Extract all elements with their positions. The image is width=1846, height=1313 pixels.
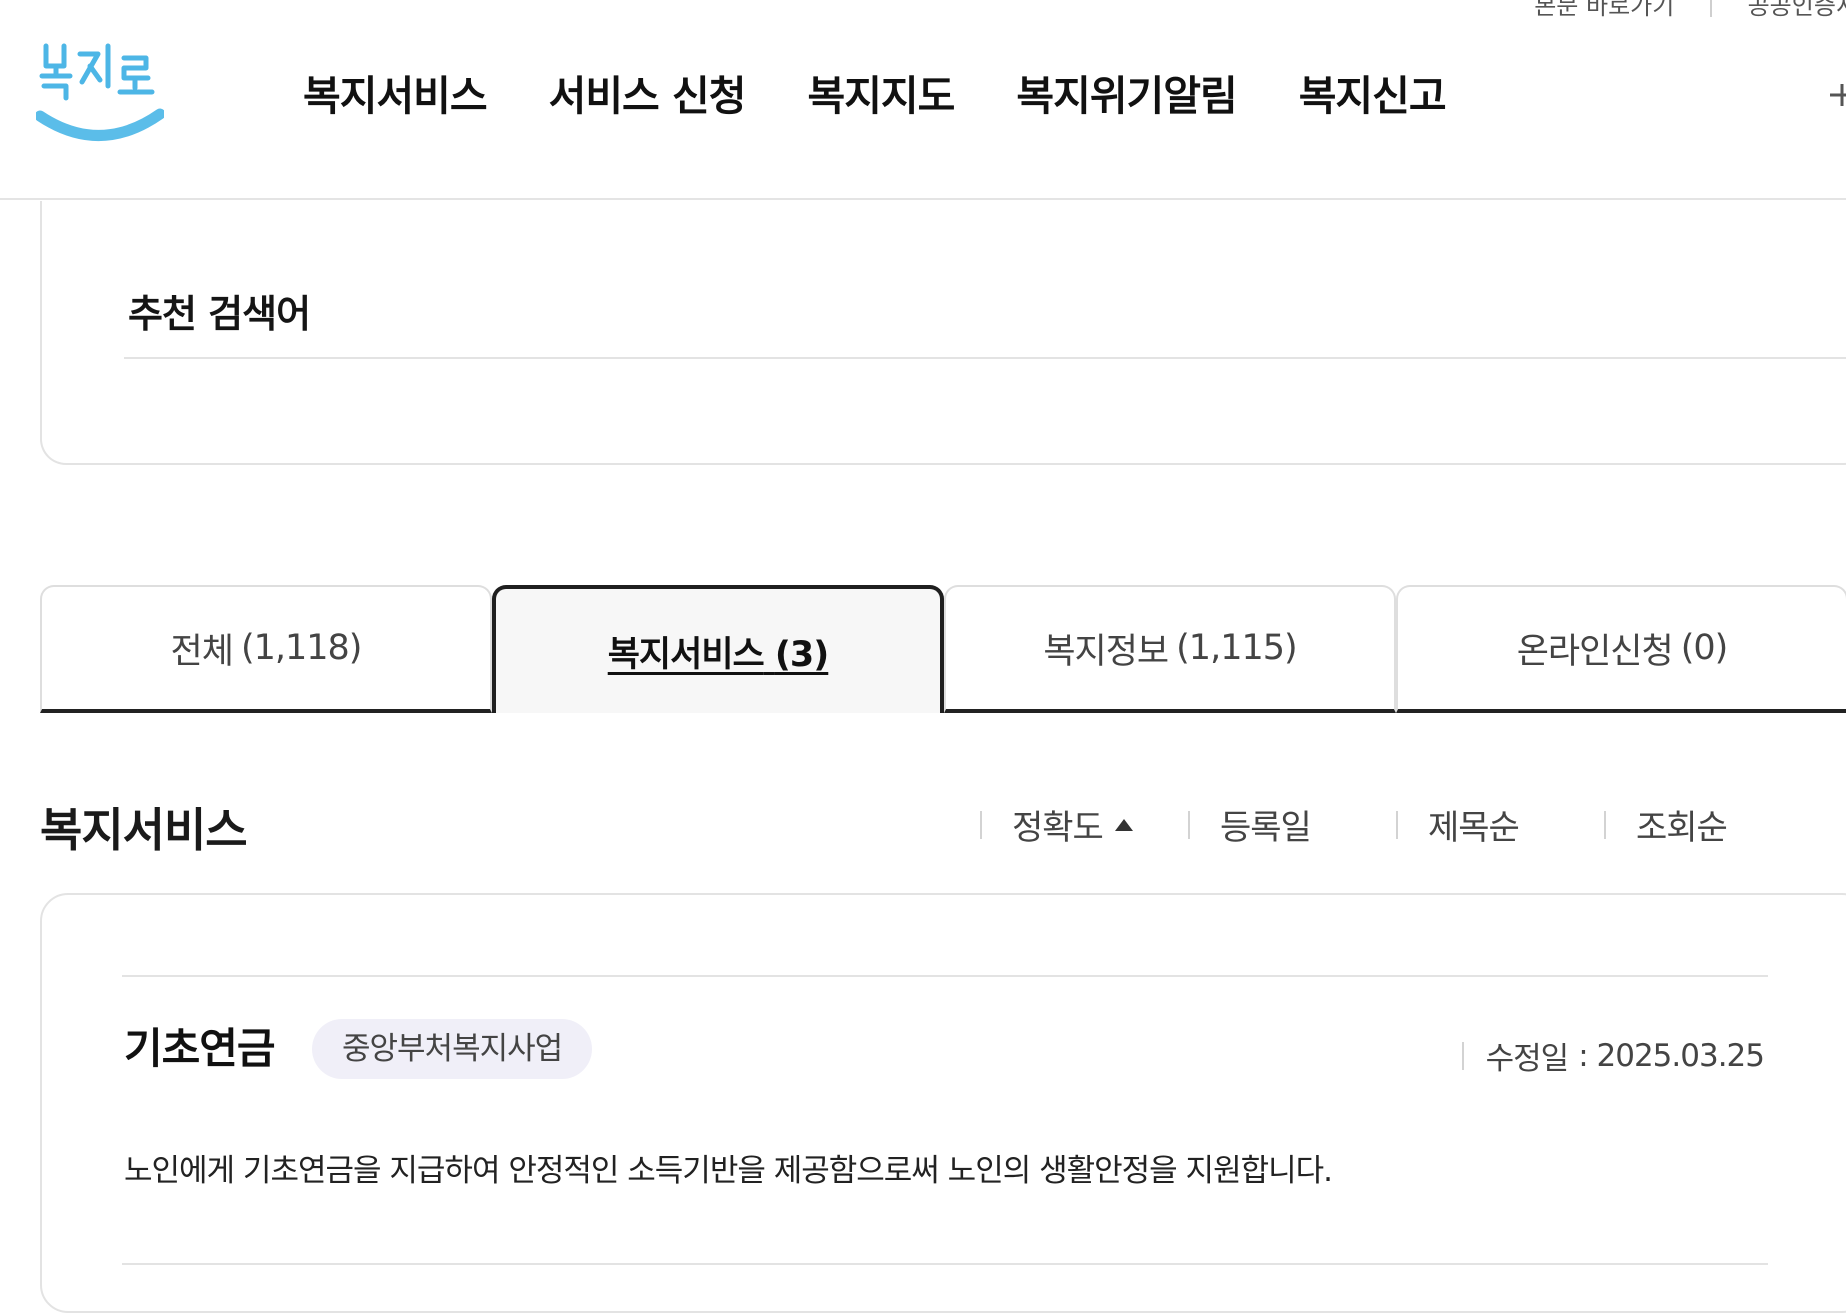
sort-label: 제목순 (1428, 808, 1520, 848)
sort-views[interactable]: 조회순 (1604, 800, 1812, 849)
menu-icon[interactable] (1826, 80, 1846, 110)
bokjiro-logo[interactable] (34, 36, 166, 148)
tab-all[interactable]: 전체 (1,118) (40, 585, 492, 713)
sort-accuracy[interactable]: 정확도 (980, 800, 1188, 849)
result-title-link[interactable]: 기초연금 (124, 1015, 276, 1076)
date-label: 수정일 (1485, 1041, 1570, 1077)
result-category-tabs: 전체 (1,118) 복지서비스 (3) 복지정보 (1,115) 온라인신청 … (40, 585, 1846, 715)
nav-crisis-alert[interactable]: 복지위기알림 (1016, 62, 1237, 122)
tab-label-text: 복지서비스 (607, 634, 765, 675)
tab-welfare-info[interactable]: 복지정보 (1,115) (944, 585, 1396, 713)
recommended-keywords-title: 추천 검색어 (128, 292, 311, 336)
tab-count: (1,118) (240, 628, 363, 668)
utility-divider (1709, 0, 1712, 17)
sort-divider (1188, 810, 1190, 839)
sort-divider (980, 810, 982, 839)
skip-to-content-link[interactable]: 본문 바로가기 (1534, 0, 1674, 21)
sort-ascending-icon (1114, 818, 1133, 831)
result-card: 기초연금 중앙부처복지사업 수정일 : 2025.03.25 노인에게 기초연금… (40, 893, 1846, 1313)
tab-online-application[interactable]: 온라인신청 (0) (1396, 585, 1846, 713)
sort-label: 정확도 (1012, 808, 1104, 848)
recommended-keywords-divider (124, 357, 1846, 359)
logo-mark (34, 43, 166, 141)
category-badge: 중앙부처복지사업 (312, 1019, 593, 1079)
tab-label: 온라인신청 (1516, 631, 1674, 672)
certificate-link[interactable]: 공공인증서 (1748, 0, 1846, 21)
sort-title[interactable]: 제목순 (1396, 800, 1604, 849)
card-divider (122, 975, 1768, 977)
tab-label: 전체 (170, 631, 234, 672)
modified-date: 수정일 : 2025.03.25 (1461, 1033, 1765, 1078)
date-divider (1461, 1041, 1464, 1070)
tab-count: (3) (774, 634, 829, 675)
tab-welfare-service[interactable]: 복지서비스 (3) (492, 585, 944, 713)
sort-options: 정확도 등록일 제목순 조회순 (980, 800, 1812, 849)
sort-label: 등록일 (1220, 808, 1312, 848)
tab-label: 복지서비스 (3) (607, 626, 830, 677)
sort-label: 조회순 (1636, 808, 1728, 848)
sort-divider (1604, 810, 1606, 839)
card-divider (122, 1263, 1768, 1265)
nav-welfare-report[interactable]: 복지신고 (1299, 62, 1447, 122)
main-navigation: 복지서비스 서비스 신청 복지지도 복지위기알림 복지신고 (303, 62, 1508, 122)
date-value: : 2025.03.25 (1578, 1037, 1765, 1074)
nav-welfare-service[interactable]: 복지서비스 (303, 62, 488, 122)
tab-count: (0) (1680, 628, 1729, 668)
utility-links: 본문 바로가기 공공인증서 (1534, 0, 1846, 21)
sort-registration-date[interactable]: 등록일 (1188, 800, 1396, 849)
site-header: 본문 바로가기 공공인증서 복지서비 (0, 0, 1846, 200)
section-title: 복지서비스 (40, 803, 248, 857)
nav-welfare-map[interactable]: 복지지도 (807, 62, 955, 122)
tab-count: (1,115) (1176, 628, 1298, 668)
tab-label: 복지정보 (1043, 631, 1169, 672)
hamburger-icon (1830, 84, 1846, 106)
nav-service-application[interactable]: 서비스 신청 (549, 62, 747, 122)
recommended-keywords-panel: 추천 검색어 (40, 201, 1846, 465)
sort-divider (1396, 810, 1398, 839)
result-description: 노인에게 기초연금을 지급하여 안정적인 소득기반을 제공함으로써 노인의 생활… (124, 1153, 1333, 1189)
